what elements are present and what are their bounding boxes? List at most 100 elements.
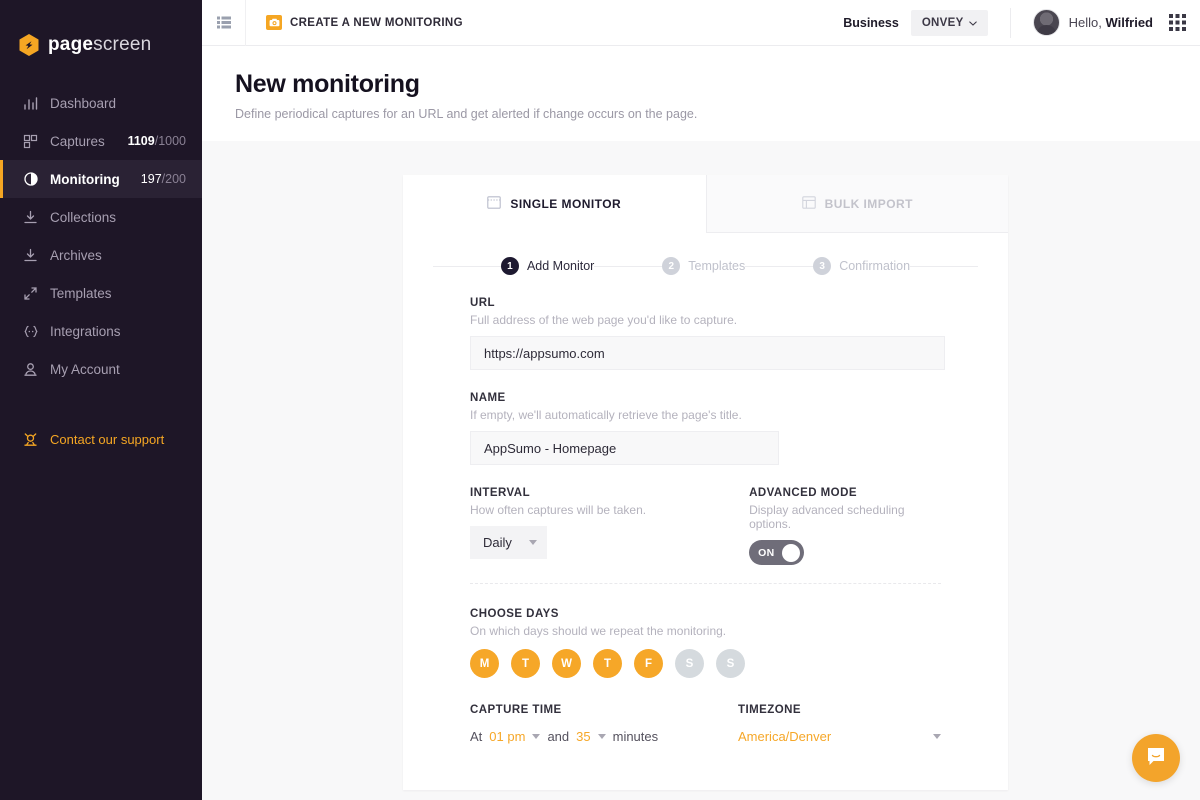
organization-selector[interactable]: ONVEY bbox=[910, 9, 988, 36]
capture-time-suffix: minutes bbox=[612, 729, 659, 744]
greeting: Hello, Wilfried bbox=[1069, 15, 1153, 30]
url-field-group: URL Full address of the web page you'd l… bbox=[470, 297, 945, 370]
app-grid-icon[interactable] bbox=[1169, 14, 1186, 31]
url-help: Full address of the web page you'd like … bbox=[470, 313, 738, 327]
sidebar-item-archives[interactable]: Archives bbox=[0, 236, 202, 274]
step-templates[interactable]: 2 Templates bbox=[662, 257, 745, 275]
step-number: 3 bbox=[813, 257, 832, 275]
chevron-down-icon bbox=[532, 734, 541, 739]
tab-bar: SINGLE MONITOR BULK IMPORT bbox=[403, 175, 1008, 233]
day-toggle-saturday[interactable]: S bbox=[675, 649, 704, 678]
step-label: Templates bbox=[688, 259, 746, 273]
camera-icon bbox=[266, 15, 282, 30]
advanced-mode-label: ADVANCED MODE bbox=[749, 487, 857, 499]
hexagon-logo-icon bbox=[18, 33, 40, 57]
sidebar-item-label: Captures bbox=[50, 133, 105, 149]
step-connector bbox=[594, 265, 663, 267]
interval-advanced-row: INTERVAL How often captures will be take… bbox=[470, 487, 941, 565]
step-add-monitor[interactable]: 1 Add Monitor bbox=[500, 257, 595, 275]
step-label: Add Monitor bbox=[526, 259, 595, 273]
capture-minutes-value: 35 bbox=[576, 729, 591, 744]
choose-days-group: CHOOSE DAYS On which days should we repe… bbox=[470, 608, 941, 678]
sidebar: pagescreen Dashboard Captures 1109/1000 bbox=[0, 0, 202, 800]
day-toggle-thursday[interactable]: T bbox=[593, 649, 622, 678]
step-connector bbox=[910, 265, 979, 267]
chevron-down-icon bbox=[968, 17, 977, 29]
sidebar-item-label: My Account bbox=[50, 361, 120, 377]
advanced-mode-state: ON bbox=[758, 546, 775, 559]
page-subtitle: Define periodical captures for an URL an… bbox=[235, 107, 698, 121]
bulk-window-icon bbox=[801, 195, 816, 212]
list-icon[interactable] bbox=[202, 0, 246, 46]
timezone-select[interactable]: America/Denver bbox=[738, 729, 941, 745]
brand-logo-text: pagescreen bbox=[48, 34, 151, 56]
sidebar-item-label: Archives bbox=[50, 247, 102, 263]
chat-bubble-icon bbox=[1144, 744, 1168, 773]
step-connector bbox=[433, 265, 501, 267]
interval-help: How often captures will be taken. bbox=[470, 503, 647, 517]
interval-field-group: INTERVAL How often captures will be take… bbox=[470, 487, 749, 565]
day-toggle-friday[interactable]: F bbox=[634, 649, 663, 678]
user-icon bbox=[22, 361, 39, 378]
capture-minutes-select[interactable]: 35 bbox=[576, 729, 606, 744]
choose-days-label: CHOOSE DAYS bbox=[470, 608, 559, 620]
sidebar-item-label: Integrations bbox=[50, 323, 121, 339]
monitor-form: URL Full address of the web page you'd l… bbox=[403, 275, 1008, 745]
sidebar-item-monitoring[interactable]: Monitoring 197/200 bbox=[0, 160, 202, 198]
interval-select[interactable]: Daily bbox=[470, 526, 547, 559]
sidebar-item-integrations[interactable]: Integrations bbox=[0, 312, 202, 350]
breadcrumb-label: CREATE A NEW MONITORING bbox=[290, 16, 463, 29]
sidebar-item-dashboard[interactable]: Dashboard bbox=[0, 84, 202, 122]
timezone-label: TIMEZONE bbox=[738, 704, 802, 716]
half-circle-icon bbox=[22, 171, 39, 188]
capture-time-label: CAPTURE TIME bbox=[470, 704, 562, 716]
monitoring-quota-used: 197 bbox=[140, 172, 162, 186]
page-title: New monitoring bbox=[235, 70, 420, 98]
user-menu[interactable]: Hello, Wilfried bbox=[1009, 7, 1153, 38]
sidebar-item-templates[interactable]: Templates bbox=[0, 274, 202, 312]
chevron-down-icon bbox=[529, 540, 537, 545]
capture-hour-select[interactable]: 01 pm bbox=[489, 729, 541, 744]
step-number: 2 bbox=[662, 257, 681, 275]
greeting-prefix: Hello, bbox=[1068, 15, 1106, 30]
contact-support-link[interactable]: Contact our support bbox=[0, 422, 202, 456]
brand-logo[interactable]: pagescreen bbox=[0, 0, 202, 62]
single-window-icon bbox=[487, 196, 502, 212]
contact-support-label: Contact our support bbox=[50, 431, 165, 447]
sidebar-item-my-account[interactable]: My Account bbox=[0, 350, 202, 388]
step-label: Confirmation bbox=[839, 259, 911, 273]
day-toggle-tuesday[interactable]: T bbox=[511, 649, 540, 678]
day-toggle-monday[interactable]: M bbox=[470, 649, 499, 678]
tab-bulk-import[interactable]: BULK IMPORT bbox=[705, 175, 1008, 233]
toggle-knob bbox=[782, 543, 801, 562]
grid-copy-icon bbox=[22, 133, 39, 150]
section-divider bbox=[470, 583, 941, 584]
day-toggle-wednesday[interactable]: W bbox=[552, 649, 581, 678]
name-label: NAME bbox=[470, 392, 506, 404]
day-toggle-sunday[interactable]: S bbox=[716, 649, 745, 678]
tab-single-monitor-label: SINGLE MONITOR bbox=[510, 197, 622, 211]
name-help: If empty, we'll automatically retrieve t… bbox=[470, 408, 742, 422]
url-input[interactable]: https://appsumo.com bbox=[470, 336, 945, 370]
intercom-launcher[interactable] bbox=[1132, 734, 1180, 782]
sidebar-item-collections[interactable]: Collections bbox=[0, 198, 202, 236]
monitoring-quota: 197/200 bbox=[141, 172, 186, 186]
tab-bulk-import-label: BULK IMPORT bbox=[824, 196, 913, 211]
brand-logo-primary: page bbox=[48, 33, 94, 55]
sidebar-item-captures[interactable]: Captures 1109/1000 bbox=[0, 122, 202, 160]
timezone-value: America/Denver bbox=[738, 729, 832, 744]
step-confirmation[interactable]: 3 Confirmation bbox=[813, 257, 910, 275]
name-input[interactable]: AppSumo - Homepage bbox=[470, 431, 779, 465]
organization-label: ONVEY bbox=[921, 16, 964, 29]
main-content: SINGLE MONITOR BULK IMPORT 1 Add Monitor bbox=[202, 141, 1200, 800]
interval-value: Daily bbox=[483, 535, 512, 550]
braces-icon bbox=[22, 323, 39, 340]
sidebar-item-label: Dashboard bbox=[50, 95, 117, 111]
advanced-mode-help: Display advanced scheduling options. bbox=[749, 503, 905, 531]
tab-single-monitor[interactable]: SINGLE MONITOR bbox=[403, 175, 706, 233]
top-bar-right: Business ONVEY Hello, Wilfried bbox=[843, 0, 1200, 46]
capture-time-conjunction: and bbox=[547, 729, 570, 744]
chevron-down-icon bbox=[933, 734, 941, 739]
advanced-mode-toggle[interactable]: ON bbox=[749, 540, 805, 565]
step-connector bbox=[745, 265, 814, 267]
